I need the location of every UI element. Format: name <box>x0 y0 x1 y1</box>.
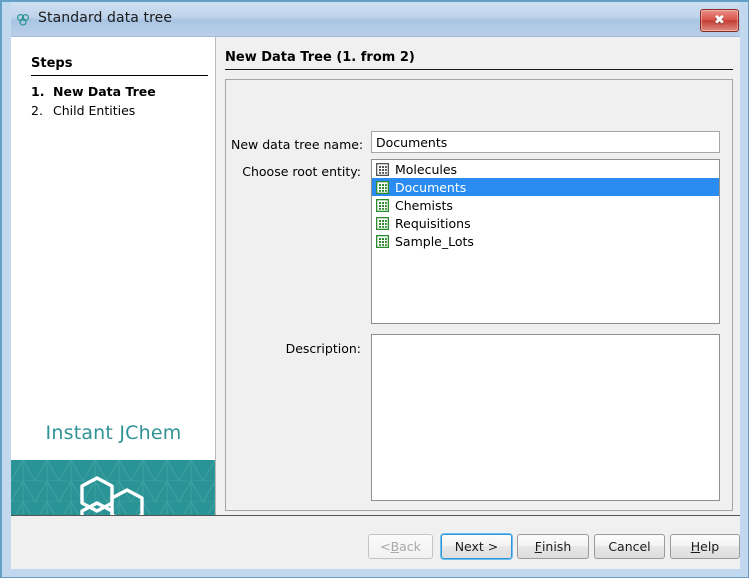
root-entity-listbox[interactable]: Molecules Documents <box>371 159 720 324</box>
finish-button[interactable]: Finish <box>517 534 589 559</box>
page-title: New Data Tree (1. from 2) <box>225 50 415 65</box>
button-bar: < Back Next > Finish Cancel Help <box>11 516 740 569</box>
step-number: 2. <box>31 103 53 118</box>
steps-heading: Steps <box>31 56 72 71</box>
root-entity-label: Choose root entity: <box>231 164 361 179</box>
title-bar: Standard data tree ✖ <box>2 2 749 37</box>
form-group-box: New data tree name: Choose root entity: <box>225 79 733 511</box>
table-grid-icon <box>376 199 389 212</box>
cancel-button[interactable]: Cancel <box>594 534 665 559</box>
list-item-label: Molecules <box>395 162 457 177</box>
finish-button-mnemonic: F <box>535 539 542 554</box>
steps-list: 1. New Data Tree 2. Child Entities <box>31 84 211 122</box>
hexagon-cluster-logo <box>77 474 151 515</box>
brand-logo-panel <box>11 460 216 515</box>
window-title: Standard data tree <box>38 10 172 26</box>
list-item[interactable]: Requisitions <box>372 214 719 232</box>
cancel-button-label-post: Cancel <box>608 539 650 554</box>
list-item-label: Sample_Lots <box>395 234 474 249</box>
description-textarea[interactable] <box>371 334 720 501</box>
dialog-window: Standard data tree ✖ Steps 1. New Data T… <box>0 0 749 578</box>
next-button[interactable]: Next > <box>441 534 512 559</box>
list-item-label: Requisitions <box>395 216 471 231</box>
brand-name: Instant JChem <box>11 422 216 444</box>
back-button-mnemonic: B <box>391 539 400 554</box>
table-grid-icon <box>376 217 389 230</box>
table-grid-icon <box>376 181 389 194</box>
list-item[interactable]: Sample_Lots <box>372 232 719 250</box>
name-field-label: New data tree name: <box>231 137 361 152</box>
step-item-new-data-tree[interactable]: 1. New Data Tree <box>31 84 211 102</box>
help-button[interactable]: Help <box>670 534 740 559</box>
step-label: New Data Tree <box>53 84 156 99</box>
list-item-label: Chemists <box>395 198 453 213</box>
help-button-mnemonic: H <box>691 539 700 554</box>
content-panel: New Data Tree (1. from 2) New data tree … <box>216 37 740 515</box>
list-item[interactable]: Molecules <box>372 160 719 178</box>
close-icon: ✖ <box>701 10 738 31</box>
list-item-label: Documents <box>395 180 466 195</box>
step-number: 1. <box>31 84 53 99</box>
steps-divider <box>31 75 208 76</box>
description-label: Description: <box>231 341 361 356</box>
new-data-tree-name-input[interactable] <box>371 131 720 153</box>
close-button[interactable]: ✖ <box>700 9 739 32</box>
back-button-label-pre: < <box>380 539 390 554</box>
steps-panel: Steps 1. New Data Tree 2. Child Entities… <box>11 37 216 515</box>
step-item-child-entities[interactable]: 2. Child Entities <box>31 103 211 121</box>
next-button-label-post: Next > <box>455 539 499 554</box>
help-button-label-post: elp <box>700 539 719 554</box>
finish-button-label-post: inish <box>542 539 571 554</box>
list-item[interactable]: Chemists <box>372 196 719 214</box>
back-button[interactable]: < Back <box>368 534 433 559</box>
step-label: Child Entities <box>53 103 135 118</box>
back-button-label-post: ack <box>399 539 421 554</box>
dialog-body: Steps 1. New Data Tree 2. Child Entities… <box>11 37 740 569</box>
table-grid-icon <box>376 235 389 248</box>
list-item[interactable]: Documents <box>372 178 719 196</box>
molecule-icon <box>15 12 31 28</box>
page-title-divider <box>225 69 733 70</box>
table-grid-icon <box>376 163 389 176</box>
